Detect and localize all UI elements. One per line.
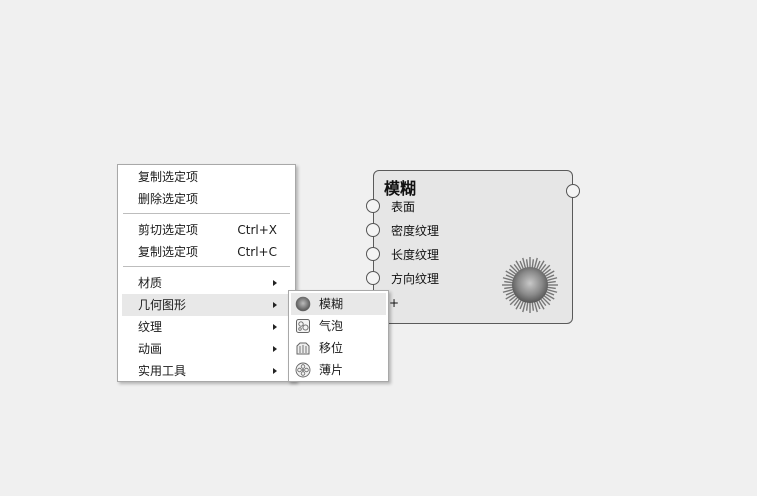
submenu-item-label: 移位 (319, 341, 344, 355)
output-port[interactable] (566, 184, 580, 198)
menu-item-label: 纹理 (138, 320, 163, 334)
submenu-item-label: 气泡 (319, 319, 344, 333)
input-port-density-texture[interactable] (366, 223, 380, 237)
menu-item-label: 几何图形 (138, 298, 187, 312)
menu-item-shortcut: Ctrl+X (237, 223, 277, 237)
menu-item-label: 复制选定项 (138, 170, 199, 184)
port-label-surface: 表面 (391, 200, 416, 214)
submenu-arrow-icon (273, 324, 277, 330)
fur-preview-icon (502, 257, 558, 313)
fur-icon (295, 296, 311, 312)
menu-item-label: 材质 (138, 276, 163, 290)
displacement-icon (296, 342, 310, 355)
menu-item-delete-selection[interactable]: 删除选定项 (122, 188, 291, 210)
menu-item-shortcut: Ctrl+C (237, 245, 277, 259)
bubbles-icon (296, 319, 310, 333)
menu-item-animation[interactable]: 动画 (122, 338, 291, 360)
submenu-arrow-icon (273, 302, 277, 308)
menu-item-geometry[interactable]: 几何图形 (122, 294, 291, 316)
submenu-arrow-icon (273, 346, 277, 352)
menu-item-copy-selection-2[interactable]: 复制选定项 Ctrl+C (122, 241, 291, 263)
context-menu: 复制选定项 删除选定项 剪切选定项 Ctrl+X 复制选定项 Ctrl+C 材质… (117, 164, 296, 382)
port-label-direction-texture: 方向纹理 (391, 272, 440, 286)
menu-item-utilities[interactable]: 实用工具 (122, 360, 291, 382)
submenu-item-displacement[interactable]: 移位 (291, 337, 386, 359)
fur-node[interactable]: 模糊 表面 密度纹理 长度纹理 方向纹理 + (366, 170, 580, 324)
flakes-icon (295, 362, 311, 378)
menu-item-textures[interactable]: 纹理 (122, 316, 291, 338)
menu-item-materials[interactable]: 材质 (122, 272, 291, 294)
menu-item-label: 动画 (138, 342, 163, 356)
input-port-length-texture[interactable] (366, 247, 380, 261)
input-port-direction-texture[interactable] (366, 271, 380, 285)
menu-item-label: 实用工具 (138, 364, 187, 378)
input-port-surface[interactable] (366, 199, 380, 213)
port-label-density-texture: 密度纹理 (391, 224, 440, 238)
menu-separator (123, 213, 290, 214)
submenu-item-label: 薄片 (319, 363, 344, 377)
submenu-arrow-icon (273, 280, 277, 286)
menu-item-label: 剪切选定项 (138, 223, 199, 237)
menu-item-cut-selection[interactable]: 剪切选定项 Ctrl+X (122, 219, 291, 241)
add-port-button[interactable]: + (389, 296, 399, 310)
menu-item-label: 复制选定项 (138, 245, 199, 259)
menu-separator (123, 266, 290, 267)
port-label-length-texture: 长度纹理 (391, 248, 440, 262)
submenu-item-fur[interactable]: 模糊 (291, 293, 386, 315)
submenu-item-flakes[interactable]: 薄片 (291, 359, 386, 381)
geometry-submenu: 模糊 气泡 移位 薄片 (288, 290, 389, 382)
submenu-item-bubbles[interactable]: 气泡 (291, 315, 386, 337)
submenu-item-label: 模糊 (319, 297, 344, 311)
menu-item-copy-selection[interactable]: 复制选定项 (122, 166, 291, 188)
node-title: 模糊 (384, 179, 417, 198)
submenu-arrow-icon (273, 368, 277, 374)
menu-item-label: 删除选定项 (138, 192, 199, 206)
